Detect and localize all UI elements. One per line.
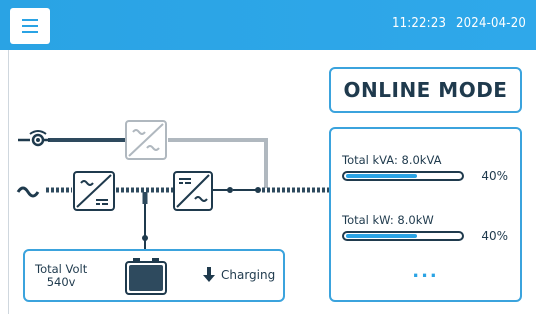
total-kw-label: Total kW: 8.0kW <box>342 213 434 227</box>
total-kva-bar-fill <box>346 174 417 178</box>
arrow-down-icon <box>203 267 215 282</box>
total-kw-bar-fill <box>346 234 417 238</box>
total-kva-label: Total kVA: 8.0kVA <box>342 153 442 167</box>
battery-icon <box>125 258 167 295</box>
inverter-icon <box>173 171 213 211</box>
total-volt-value: 540v <box>46 275 76 289</box>
load-stats-panel: Total kVA: 8.0kVA 40% Total kW: 8.0kW 40… <box>329 127 522 302</box>
ac-sine-icon <box>16 186 40 198</box>
battery-volt-label: Total Volt 540v <box>35 263 87 289</box>
bypass-input-icon <box>18 130 50 147</box>
total-kw-bar <box>342 231 464 241</box>
battery-panel: Total Volt 540v Charging <box>23 249 285 302</box>
charging-text: Charging <box>221 268 276 282</box>
bypass-switch-icon <box>125 120 167 160</box>
more-button[interactable]: ... <box>331 261 520 282</box>
mode-label: ONLINE MODE <box>343 78 508 102</box>
charging-status: Charging <box>203 267 275 283</box>
total-kva-bar <box>342 171 464 181</box>
mode-indicator: ONLINE MODE <box>329 67 522 113</box>
total-kw-percent: 40% <box>481 229 508 243</box>
total-kva-percent: 40% <box>481 169 508 183</box>
rectifier-icon <box>73 171 115 211</box>
